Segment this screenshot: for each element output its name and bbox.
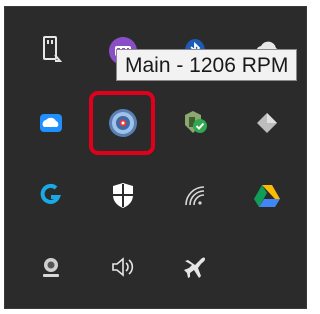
tray-item-security-check[interactable]	[165, 93, 225, 153]
wifi-icon	[180, 181, 210, 209]
logitech-g-hub-icon	[36, 180, 66, 210]
tray-item-diamond-app[interactable]	[237, 93, 297, 153]
tooltip: Main - 1206 RPM	[116, 49, 298, 81]
usb-drive-icon	[36, 35, 66, 67]
tray-item-google-drive[interactable]	[237, 165, 297, 225]
tray-item-usb-drive[interactable]	[21, 21, 81, 81]
tray-item-wifi[interactable]	[165, 165, 225, 225]
webcam-icon	[37, 253, 65, 281]
highlight-box	[89, 91, 155, 155]
speaker-volume-icon	[107, 253, 139, 281]
airplane-mode-icon	[181, 253, 209, 281]
tray-item-logitech-g-hub[interactable]	[21, 165, 81, 225]
tray-item-webcam[interactable]	[21, 237, 81, 297]
google-drive-icon	[251, 181, 283, 209]
windows-security-shield-icon	[109, 180, 137, 210]
tray-item-onedrive[interactable]	[21, 93, 81, 153]
diamond-app-icon	[253, 109, 281, 137]
tray-item-speaker[interactable]	[93, 237, 153, 297]
security-check-icon	[179, 107, 211, 139]
onedrive-icon	[35, 109, 67, 137]
tray-item-windows-security[interactable]	[93, 165, 153, 225]
tray-item-airplane-mode[interactable]	[165, 237, 225, 297]
